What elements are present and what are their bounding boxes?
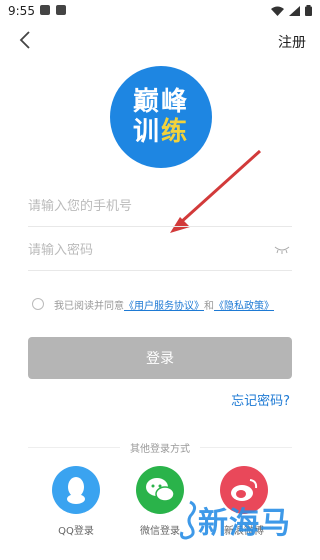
terms-link[interactable]: 《用户服务协议》	[124, 297, 204, 312]
status-bar: 9:55	[0, 0, 320, 24]
phone-input[interactable]	[28, 198, 292, 214]
logo-char-highlight: 练	[161, 117, 190, 147]
password-input[interactable]	[28, 242, 292, 258]
phone-field	[28, 186, 292, 227]
other-login-title: 其他登录方式	[0, 440, 320, 455]
forgot-password-link[interactable]: 忘记密码?	[231, 390, 290, 409]
login-button[interactable]: 登录	[28, 337, 292, 379]
eye-closed-icon[interactable]	[274, 244, 290, 254]
password-field	[28, 230, 292, 271]
status-icons	[271, 5, 312, 16]
agreement-row: 我已阅读并同意 《用户服务协议》 和 《隐私政策》	[32, 295, 302, 313]
agreement-and: 和	[204, 300, 214, 312]
qq-icon	[67, 477, 85, 504]
notification-icon	[40, 5, 50, 15]
register-link[interactable]: 注册	[278, 32, 306, 52]
agreement-radio[interactable]	[32, 298, 44, 310]
signal-icon	[289, 5, 300, 16]
wechat-icon	[146, 478, 175, 502]
qq-login-label: QQ登录	[58, 526, 94, 537]
seahorse-icon	[180, 500, 197, 540]
logo-char: 训	[132, 117, 161, 147]
watermark: 新海马	[176, 498, 291, 542]
wifi-icon	[271, 6, 284, 16]
status-time: 9:55	[8, 4, 35, 18]
watermark-text: 新海马	[198, 506, 291, 541]
qq-login-button[interactable]	[52, 466, 100, 514]
notification-icons	[40, 5, 66, 15]
battery-icon	[305, 5, 312, 16]
back-arrow-icon[interactable]	[16, 30, 36, 50]
agreement-prefix: 我已阅读并同意	[54, 300, 124, 312]
logo-line2: 训 练	[133, 117, 189, 147]
notification-icon	[56, 5, 66, 15]
privacy-link[interactable]: 《隐私政策》	[214, 297, 274, 312]
other-login-title-text: 其他登录方式	[120, 444, 200, 455]
logo-line1: 巅峰	[132, 87, 189, 117]
